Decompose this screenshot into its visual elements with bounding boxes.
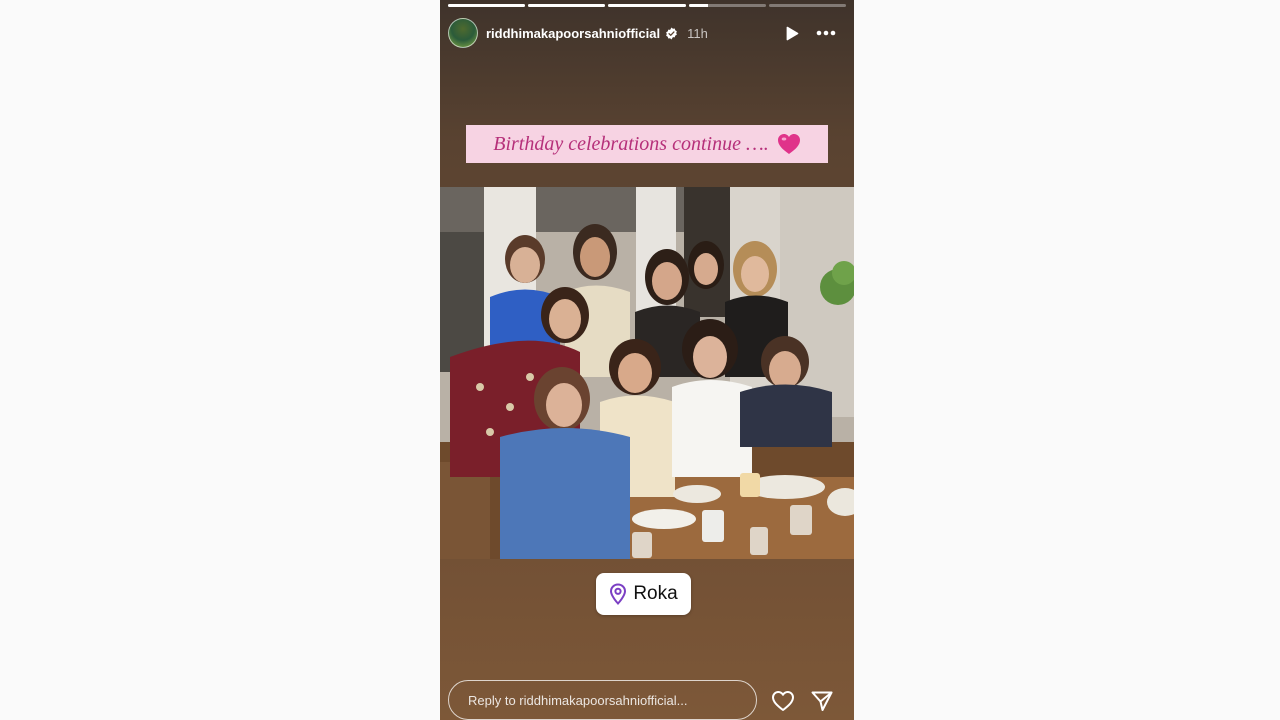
heart-icon[interactable] xyxy=(768,686,798,716)
caption-sticker: Birthday celebrations continue …. xyxy=(466,125,828,163)
more-options-icon[interactable] xyxy=(812,19,840,47)
send-icon[interactable] xyxy=(807,686,837,716)
story-header: riddhimakapoorsahniofficial 11h xyxy=(448,16,846,50)
username[interactable]: riddhimakapoorsahniofficial xyxy=(486,26,660,41)
story-progress-bar xyxy=(448,4,847,7)
story-viewer[interactable]: riddhimakapoorsahniofficial 11h Birthday… xyxy=(440,0,854,720)
location-pin-icon xyxy=(609,583,627,605)
progress-segment xyxy=(608,4,686,7)
group-photo-illustration xyxy=(440,187,854,559)
progress-segment xyxy=(448,4,526,7)
time-ago: 11h xyxy=(687,25,708,41)
story-photo xyxy=(440,187,854,559)
reply-box[interactable] xyxy=(448,680,757,720)
location-sticker[interactable]: Roka xyxy=(596,573,691,615)
progress-segment xyxy=(688,4,766,7)
avatar[interactable] xyxy=(448,18,478,48)
reply-input[interactable] xyxy=(468,692,748,708)
progress-segment xyxy=(768,4,847,7)
play-icon[interactable] xyxy=(778,19,806,47)
progress-segment xyxy=(528,4,606,7)
caption-text: Birthday celebrations continue …. xyxy=(493,132,769,155)
pink-heart-emoji xyxy=(777,133,801,155)
location-label: Roka xyxy=(633,583,678,604)
verified-badge-icon xyxy=(665,27,678,40)
